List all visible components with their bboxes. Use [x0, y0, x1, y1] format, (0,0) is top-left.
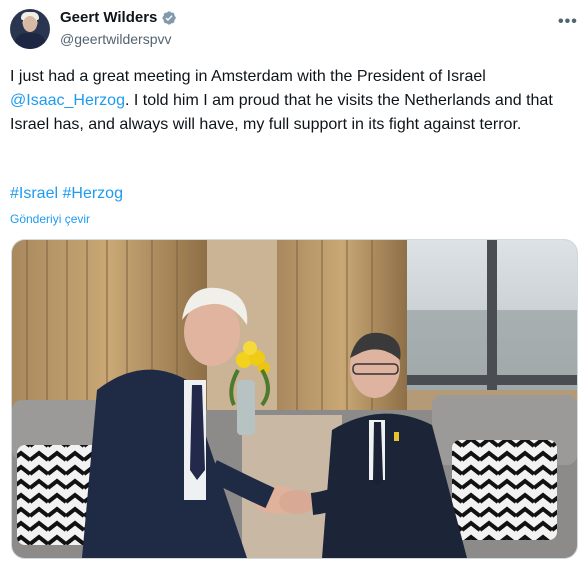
hashtag-herzog[interactable]: #Herzog — [62, 185, 122, 202]
hashtags: #Israel #Herzog — [10, 185, 123, 203]
author-name[interactable]: Geert Wilders — [60, 9, 157, 26]
author-name-row: Geert Wilders — [60, 9, 177, 26]
author-avatar[interactable] — [10, 9, 50, 49]
avatar-suit — [14, 33, 46, 49]
tweet-text: I just had a great meeting in Amsterdam … — [10, 65, 575, 137]
more-options-icon[interactable]: ••• — [558, 13, 578, 31]
photo-illustration — [12, 240, 577, 558]
verified-badge-icon — [162, 10, 177, 25]
hashtag-israel[interactable]: #Israel — [10, 185, 58, 202]
mention-link[interactable]: @Isaac_Herzog — [10, 92, 125, 109]
author-handle[interactable]: @geertwilderspvv — [60, 31, 171, 47]
tweet-photo[interactable] — [11, 239, 578, 559]
translate-post-link[interactable]: Gönderiyi çevir — [10, 212, 90, 226]
tweet-text-part1: I just had a great meeting in Amsterdam … — [10, 68, 486, 85]
avatar-face — [23, 16, 37, 32]
